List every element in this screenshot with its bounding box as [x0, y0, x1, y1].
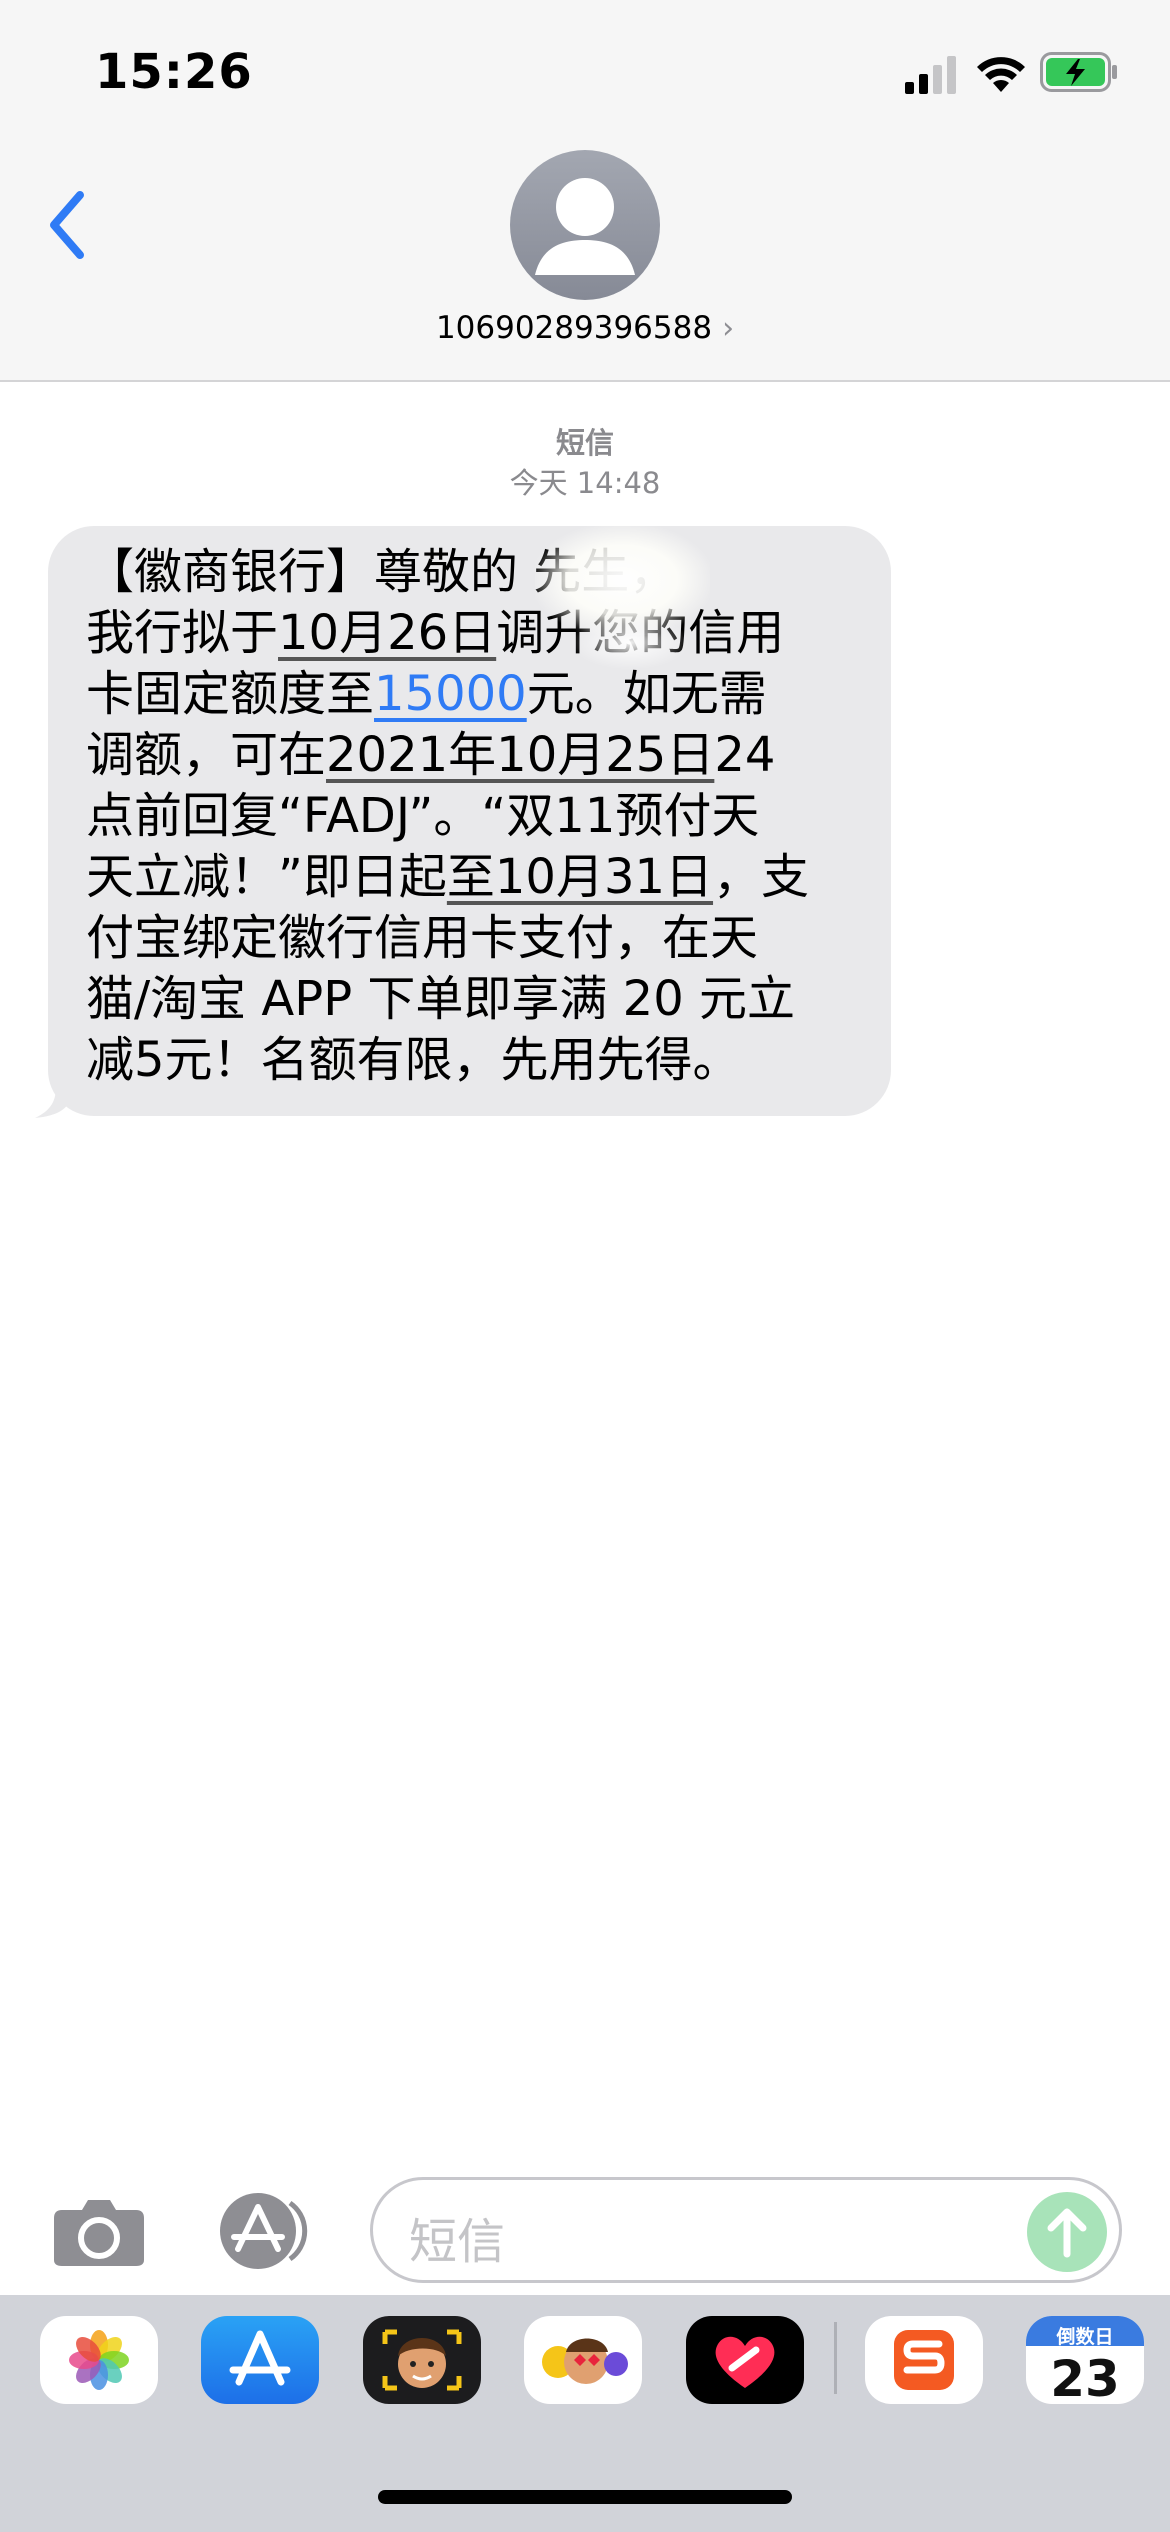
message-text[interactable]: 【徽商银行】尊敬的 先生， 我行拟于10月26日调升您的信用 卡固定额度至150… — [86, 542, 906, 1091]
countdown-app-button[interactable]: 倒数日 23 — [1026, 2316, 1144, 2404]
status-time: 15:26 — [95, 44, 253, 100]
amount-link[interactable]: 15000 — [374, 666, 527, 722]
navigation-header: 15:26 10690289396588 › — [0, 0, 1170, 382]
chevron-right-icon: › — [722, 311, 735, 346]
message-line: 【徽商银行】尊敬的 先生， — [86, 544, 678, 600]
date-link[interactable]: 10月26日 — [278, 605, 496, 661]
message-line: 元。如无需 — [526, 666, 767, 722]
contact-number: 10690289396588 — [435, 310, 713, 346]
photos-icon — [69, 2330, 129, 2390]
home-indicator[interactable] — [378, 2490, 792, 2504]
date-link[interactable]: 至10月31日 — [447, 849, 713, 905]
send-button[interactable] — [1027, 2192, 1107, 2272]
animoji-icon — [542, 2338, 628, 2384]
message-input[interactable]: 短信 — [370, 2177, 1122, 2283]
message-line: 猫/淘宝 APP 下单即享满 20 元立 — [86, 971, 796, 1027]
digital-touch-app-button[interactable] — [686, 2316, 804, 2404]
app-store-apps-icon[interactable] — [208, 2191, 318, 2271]
arrow-up-icon — [1047, 2208, 1087, 2258]
sogou-app-button[interactable] — [865, 2316, 983, 2404]
cellular-signal-icon — [905, 56, 956, 94]
person-silhouette-icon — [535, 178, 635, 275]
date-link[interactable]: 2021年10月25日 — [326, 727, 714, 783]
message-line: 点前回复“FADJ”。“双11预付天 — [86, 788, 760, 844]
message-line: 卡固定额度至 — [86, 666, 375, 722]
animoji-app-button[interactable] — [524, 2316, 642, 2404]
contact-avatar[interactable] — [510, 150, 660, 300]
back-chevron-icon[interactable] — [40, 185, 100, 265]
photos-app-button[interactable] — [40, 2316, 158, 2404]
message-line: 付宝绑定徽行信用卡支付，在天 — [86, 910, 759, 966]
message-timestamp: 今天 14:48 — [509, 466, 661, 500]
memoji-app-button[interactable] — [363, 2316, 481, 2404]
digital-touch-icon — [715, 2336, 775, 2388]
memoji-icon — [382, 2329, 462, 2391]
camera-icon[interactable] — [52, 2196, 146, 2268]
message-line: 调升您的信用 — [496, 605, 785, 661]
countdown-number: 23 — [1050, 2350, 1120, 2404]
sogou-icon — [894, 2330, 954, 2390]
countdown-label: 倒数日 — [1056, 2326, 1114, 2348]
battery-charging-icon — [1040, 52, 1117, 92]
app-store-app-button[interactable] — [201, 2316, 319, 2404]
message-line: ，支 — [713, 849, 810, 905]
message-line: 天立减！”即日起 — [86, 849, 447, 905]
message-type-label: 短信 — [555, 426, 614, 460]
wifi-icon — [977, 57, 1025, 92]
message-line: 减5元！名额有限，先用先得。 — [86, 1032, 741, 1088]
drawer-divider — [834, 2322, 837, 2394]
message-line: 调额，可在 — [86, 727, 327, 783]
message-input-placeholder: 短信 — [409, 2214, 506, 2270]
message-line: 我行拟于 — [86, 605, 279, 661]
message-line: 24 — [714, 727, 776, 783]
contact-name-button[interactable]: 10690289396588 › — [0, 310, 1170, 346]
app-store-icon — [229, 2330, 291, 2386]
